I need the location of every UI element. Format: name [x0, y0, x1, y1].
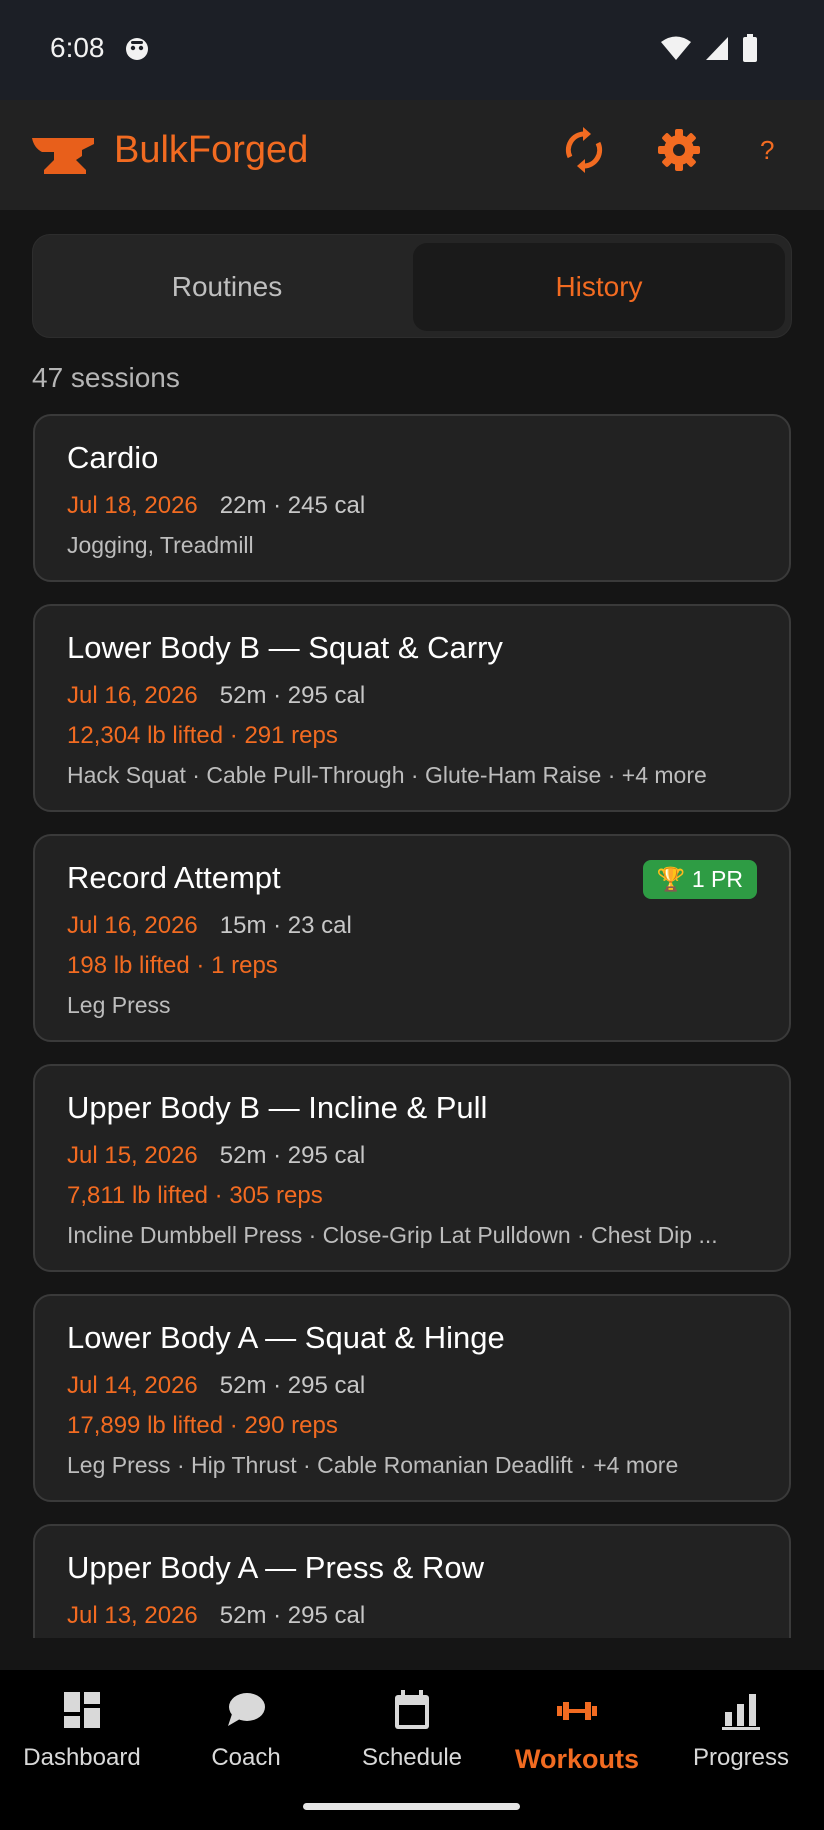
session-meta: Jul 15, 2026 52m · 295 cal — [67, 1142, 365, 1170]
session-title: Lower Body A — Squat & Hinge — [67, 1320, 505, 1355]
nav-progress[interactable]: Progress — [659, 1688, 823, 1788]
session-title: Record Attempt — [67, 860, 281, 895]
session-stats: 52m · 295 cal — [219, 1142, 366, 1169]
session-date: Jul 14, 2026 — [67, 1372, 198, 1399]
nav-workouts[interactable]: Workouts — [495, 1688, 659, 1788]
session-card[interactable]: Cardio Jul 18, 2026 22m · 245 cal Jogging… — [33, 414, 791, 582]
session-stats: 15m · 23 cal — [219, 912, 352, 939]
signal-icon — [706, 37, 728, 60]
segmented-tabs: Routines History — [32, 234, 792, 338]
session-volume: 12,304 lb lifted · 291 reps — [67, 722, 338, 749]
sync-icon[interactable] — [561, 127, 607, 173]
nav-dashboard[interactable]: Dashboard — [0, 1688, 164, 1788]
session-meta: Jul 18, 2026 22m · 245 cal — [67, 492, 365, 520]
home-indicator[interactable] — [303, 1803, 520, 1810]
status-bar: 6:08 — [0, 0, 824, 100]
session-title: Upper Body B — Incline & Pull — [67, 1090, 488, 1125]
nav-coach[interactable]: Coach — [164, 1688, 328, 1788]
session-card[interactable]: Upper Body A — Press & Row Jul 13, 2026 5… — [33, 1524, 791, 1638]
session-card[interactable]: Upper Body B — Incline & Pull Jul 15, 20… — [33, 1064, 791, 1272]
session-meta: Jul 16, 2026 52m · 295 cal — [67, 682, 365, 710]
session-stats: 22m · 245 cal — [219, 492, 366, 519]
nav-label: Schedule — [361, 1744, 463, 1771]
session-list: Cardio Jul 18, 2026 22m · 245 cal Jogging… — [0, 412, 824, 1638]
session-stats: 52m · 295 cal — [219, 1372, 366, 1399]
nav-schedule[interactable]: Schedule — [330, 1688, 494, 1788]
session-stats: 52m · 295 cal — [219, 1602, 366, 1629]
bar-chart-icon — [722, 1694, 760, 1730]
nav-label: Progress — [692, 1744, 790, 1771]
session-date: Jul 16, 2026 — [67, 912, 198, 939]
session-exercises: Hack Squat · Cable Pull-Through · Glute-… — [67, 762, 707, 788]
battery-icon — [743, 34, 757, 62]
session-card[interactable]: Lower Body B — Squat & Carry Jul 16, 202… — [33, 604, 791, 812]
wifi-icon — [661, 36, 691, 60]
app-bar: BulkForged ? — [0, 100, 824, 210]
session-volume: 198 lb lifted · 1 reps — [67, 952, 278, 979]
session-title: Lower Body B — Squat & Carry — [67, 630, 503, 665]
session-meta: Jul 13, 2026 52m · 295 cal — [67, 1602, 365, 1630]
session-stats: 52m · 295 cal — [219, 682, 366, 709]
tab-routines[interactable]: Routines — [41, 243, 413, 331]
session-date: Jul 13, 2026 — [67, 1602, 198, 1629]
calendar-icon — [395, 1690, 429, 1729]
session-volume: 17,899 lb lifted · 290 reps — [67, 1412, 338, 1439]
session-meta: Jul 16, 2026 15m · 23 cal — [67, 912, 352, 940]
session-volume: 7,811 lb lifted · 305 reps — [67, 1182, 323, 1209]
session-date: Jul 18, 2026 — [67, 492, 198, 519]
nav-label: Dashboard — [23, 1744, 141, 1771]
session-card[interactable]: Lower Body A — Squat & Hinge Jul 14, 202… — [33, 1294, 791, 1502]
pr-badge: 🏆 1 PR — [642, 860, 757, 899]
app-title: BulkForged — [114, 129, 309, 171]
anvil-logo-icon — [32, 138, 94, 174]
tab-history[interactable]: History — [413, 243, 785, 331]
session-meta: Jul 14, 2026 52m · 295 cal — [67, 1372, 365, 1400]
session-exercises: Leg Press — [67, 992, 171, 1018]
session-title: Cardio — [67, 440, 159, 475]
gear-icon[interactable] — [656, 127, 702, 173]
session-exercises: Incline Dumbbell Press · Close-Grip Lat … — [67, 1222, 718, 1248]
status-icons — [660, 34, 758, 62]
session-card[interactable]: Record Attempt 🏆 1 PR Jul 16, 2026 15m · … — [33, 834, 791, 1042]
dumbbell-icon — [557, 1702, 597, 1720]
nav-label: Coach — [211, 1744, 281, 1771]
sessions-count: 47 sessions — [32, 362, 180, 393]
session-date: Jul 15, 2026 — [67, 1142, 198, 1169]
session-exercises: Leg Press · Hip Thrust · Cable Romanian … — [67, 1452, 679, 1478]
help-icon[interactable]: ? — [760, 135, 774, 166]
session-date: Jul 16, 2026 — [67, 682, 198, 709]
status-time: 6:08 — [50, 32, 105, 63]
session-title: Upper Body A — Press & Row — [67, 1550, 484, 1585]
dashboard-icon — [64, 1692, 100, 1728]
notification-icon — [126, 38, 148, 60]
session-exercises: Jogging, Treadmill — [67, 532, 254, 558]
nav-label: Workouts — [514, 1744, 639, 1774]
chat-bubble-icon — [228, 1693, 265, 1726]
